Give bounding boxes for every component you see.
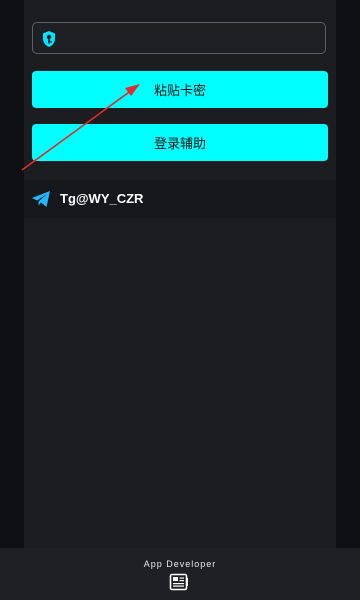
login-assist-label: 登录辅助 — [153, 137, 206, 152]
telegram-plane-icon — [32, 191, 50, 207]
login-assist-button[interactable]: 登录辅助 — [32, 124, 328, 161]
telegram-handle: Tg@WY_CZR — [60, 191, 144, 206]
paste-card-key-label: 粘贴卡密 — [153, 84, 206, 99]
developer-card-icon[interactable] — [169, 573, 189, 591]
telegram-contact-bar[interactable]: Tg@WY_CZR — [24, 180, 336, 218]
app-developer-label: App Developer — [143, 559, 217, 569]
card-key-input[interactable] — [32, 22, 326, 54]
footer: App Developer — [0, 548, 360, 600]
paste-card-key-button[interactable]: 粘贴卡密 — [32, 71, 328, 108]
shield-key-icon — [43, 31, 55, 47]
card-key-field[interactable] — [61, 23, 317, 53]
